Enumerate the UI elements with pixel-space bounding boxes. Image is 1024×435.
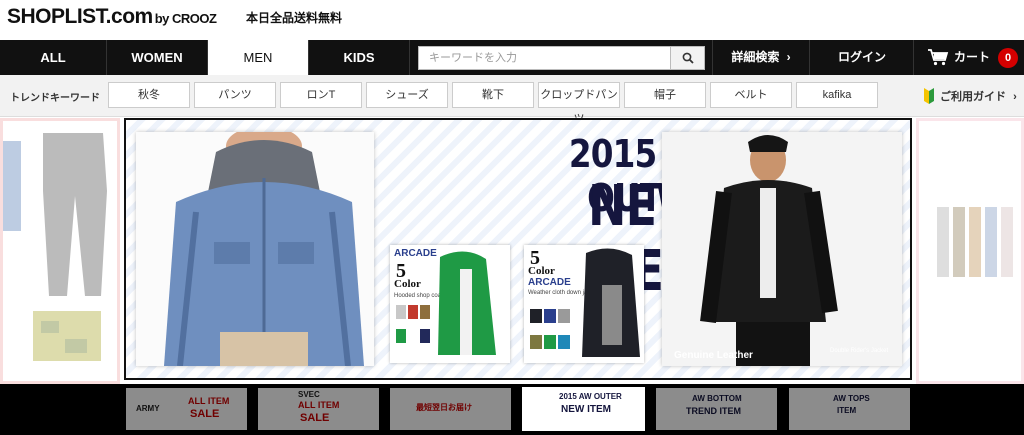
leather-jacket-image [662, 132, 902, 366]
keyword-chip[interactable]: クロップドパンツ [538, 82, 620, 125]
cart-count-badge: 0 [998, 48, 1018, 68]
site-logo[interactable]: SHOPLIST.com by CROOZ [7, 5, 217, 29]
jacket-caption: Double Rider's Jacket [830, 348, 889, 354]
tab-women[interactable]: WOMEN [107, 40, 208, 75]
hero-carousel: 2015 AW OUTER NEW ITEM ARCADE 5 Color Ho… [0, 118, 1024, 384]
keyword-chip[interactable]: 靴下 [452, 82, 534, 108]
down-jacket-image [530, 248, 640, 357]
trend-keyword-bar: トレンドキーワード 秋冬 パンツ ロンT シューズ 靴下 クロップドパンツ 帽子… [0, 75, 1024, 125]
keyword-chip[interactable]: kafika [796, 82, 878, 108]
banner-thumb-active[interactable]: 2015 AW OUTER NEW ITEM [523, 388, 644, 430]
banner-thumbnail-strip: ARMY ALL ITEM SALE SVEC ALL ITEM SALE 最短… [0, 384, 1024, 435]
keyword-chip[interactable]: 秋冬 [108, 82, 190, 108]
denim-jacket-image [136, 132, 374, 366]
banner-thumb[interactable]: ARMY ALL ITEM SALE [126, 388, 247, 430]
keyword-chip[interactable]: パンツ [194, 82, 276, 108]
thumb-text: NEW ITEM [561, 404, 611, 415]
login-button[interactable]: ログイン [811, 40, 914, 75]
thumb-text: TREND ITEM [686, 406, 741, 416]
thumb-text: ITEM [837, 406, 857, 415]
thumb-text: SALE [300, 412, 330, 424]
keyword-chip[interactable]: ベルト [710, 82, 792, 108]
banner-thumb[interactable]: AW TOPS ITEM [789, 388, 910, 430]
previous-slide-preview[interactable] [0, 118, 120, 384]
thumb-text: ALL ITEM [298, 400, 340, 410]
main-navbar: ALL WOMEN MEN KIDS キーワードを入力 詳細検索 › ログイン … [0, 40, 1024, 76]
user-guide-link[interactable]: ご利用ガイド › [940, 88, 1017, 104]
thumb-text: 2015 AW OUTER [559, 392, 622, 401]
thumb-text: ARMY [136, 404, 160, 413]
banner-thumb[interactable]: 最短翌日お届け [390, 388, 511, 430]
shop-coat-image [396, 251, 496, 355]
thumb-text: ALL ITEM [188, 396, 230, 406]
logo-main-text: SHOPLIST.com [7, 5, 153, 28]
cart-icon [928, 49, 949, 66]
featured-banner[interactable]: 2015 AW OUTER NEW ITEM ARCADE 5 Color Ho… [124, 118, 912, 380]
product-card-shop-coat[interactable]: ARCADE 5 Color Hooded shop coat [390, 245, 510, 363]
thumb-text: 最短翌日お届け [416, 403, 472, 412]
thumb-text: AW BOTTOM [692, 394, 742, 403]
logo-by-text: by CROOZ [154, 11, 217, 26]
product-pants-lineup-image [937, 207, 1013, 277]
thumb-text: SALE [190, 408, 220, 420]
advanced-search-label: 詳細検索 [731, 50, 780, 64]
thumb-text: AW TOPS [833, 394, 870, 403]
tab-men[interactable]: MEN [208, 40, 309, 76]
banner-thumb[interactable]: SVEC ALL ITEM SALE [258, 388, 379, 430]
user-guide-label: ご利用ガイド [940, 91, 1006, 103]
keyword-chip[interactable]: 帽子 [624, 82, 706, 108]
genuine-leather-label: Genuine Leather [674, 350, 753, 361]
banner-thumb[interactable]: AW BOTTOM TREND ITEM [656, 388, 777, 430]
denim-jacket-photo [136, 132, 374, 366]
keyword-chip[interactable]: ロンT [280, 82, 362, 108]
cart-label: カート [954, 50, 991, 64]
product-pants-image [3, 133, 107, 361]
chevron-right-icon: › [1013, 91, 1017, 103]
trend-keyword-label: トレンドキーワード [10, 93, 100, 104]
top-header: SHOPLIST.com by CROOZ 本日全品送料無料 [0, 0, 1024, 40]
thumb-text: SVEC [298, 390, 320, 399]
tab-all[interactable]: ALL [0, 40, 107, 75]
next-slide-preview[interactable] [916, 118, 1024, 384]
product-card-down-jacket[interactable]: 5 Color ARCADE Weather cloth down jacket [524, 245, 644, 363]
chevron-right-icon: › [786, 50, 791, 64]
keyword-chip[interactable]: シューズ [366, 82, 448, 108]
search-button[interactable] [671, 46, 705, 70]
beginner-mark-icon [924, 88, 934, 104]
advanced-search-link[interactable]: 詳細検索 › [712, 40, 810, 75]
free-shipping-notice: 本日全品送料無料 [246, 11, 343, 25]
search-input[interactable]: キーワードを入力 [418, 46, 671, 70]
tab-kids[interactable]: KIDS [309, 40, 410, 75]
leather-jacket-photo: Genuine Leather Double Rider's Jacket [662, 132, 902, 366]
search-icon [682, 52, 694, 64]
cart-button[interactable]: カート 0 [915, 40, 1024, 75]
